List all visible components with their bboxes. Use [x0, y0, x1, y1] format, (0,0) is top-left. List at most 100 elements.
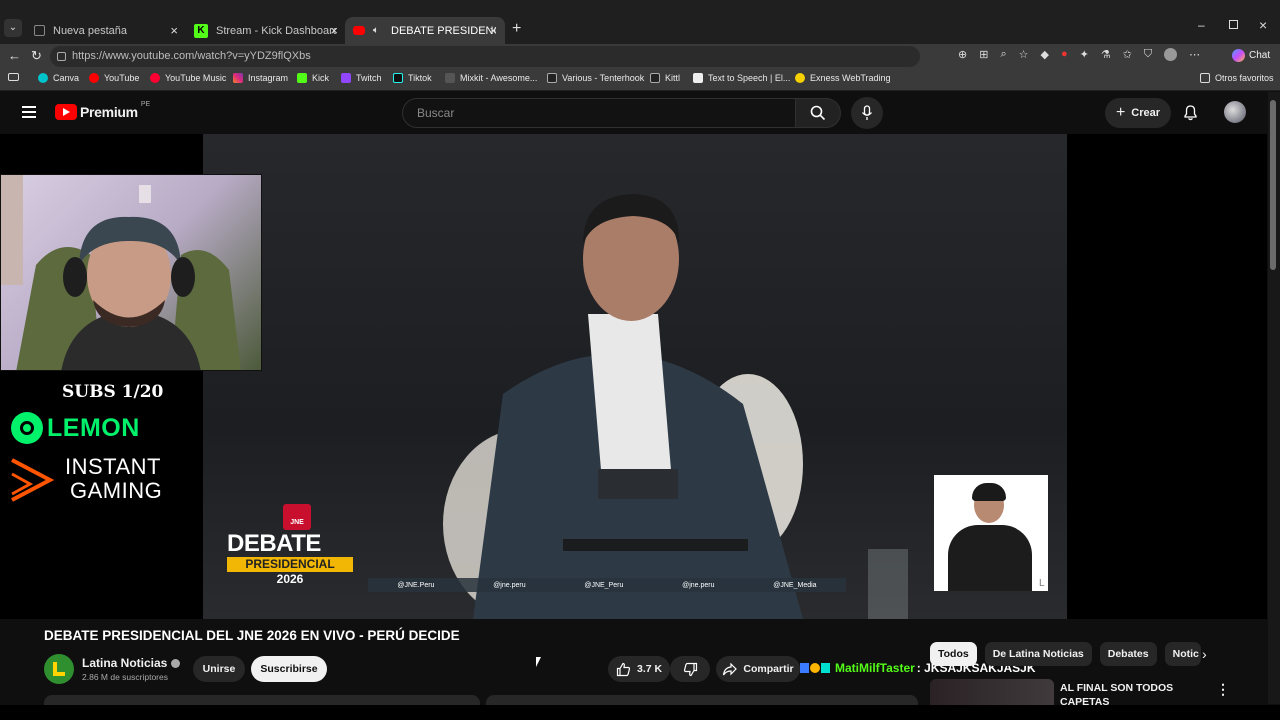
watermark-icon: L [1039, 578, 1045, 589]
share-button[interactable]: Compartir [716, 656, 800, 682]
close-window-button[interactable]: × [1259, 17, 1267, 33]
create-button[interactable]: + Crear [1105, 98, 1171, 128]
address-toolbar: ← ↻ https://www.youtube.com/watch?v=yYDZ… [0, 44, 1280, 69]
labs-icon[interactable]: ⚗ [1101, 48, 1111, 61]
reading-list-icon[interactable] [8, 73, 19, 81]
tab-youtube-debate[interactable]: 🔈︎ DEBATE PRESIDENCIAL DEL JN × [345, 17, 505, 44]
bookmark-youtube-music[interactable]: YouTube Music [150, 73, 226, 83]
close-tab-icon[interactable]: × [330, 23, 338, 38]
kittl-icon [650, 73, 660, 83]
share-icon [723, 662, 738, 675]
chat-button[interactable]: Chat [1232, 49, 1270, 62]
video-title: DEBATE PRESIDENCIAL DEL JNE 2026 EN VIVO… [44, 628, 460, 643]
youtube-icon [353, 26, 365, 35]
other-bookmarks[interactable]: Otros favoritos [1200, 73, 1274, 83]
youtube-icon [89, 73, 99, 83]
elevenlabs-icon [693, 73, 703, 83]
search-button[interactable] [795, 98, 841, 128]
youtube-music-icon [150, 73, 160, 83]
description-box[interactable] [44, 695, 480, 705]
bookmark-canva[interactable]: Canva [38, 73, 79, 83]
chip-latina[interactable]: De Latina Noticias [984, 642, 1092, 666]
voice-search-button[interactable] [851, 97, 883, 129]
dislike-button[interactable] [670, 656, 710, 682]
more-menu-icon[interactable]: ⋯ [1189, 48, 1200, 61]
tab-list-icon[interactable]: ⌄ [4, 19, 22, 37]
bookmark-mixkit[interactable]: Mixkit - Awesome... [445, 73, 537, 83]
exness-icon [795, 73, 805, 83]
bookmark-kittl[interactable]: Kittl [650, 73, 680, 83]
join-button[interactable]: Unirse [193, 656, 245, 682]
instant-gaming-logo-icon [11, 458, 54, 502]
profile-avatar[interactable] [1164, 48, 1178, 61]
new-tab-button[interactable]: + [512, 20, 521, 38]
chat-username: MatiMilfTaster [835, 661, 915, 675]
more-actions-icon[interactable]: ⋮ [1216, 681, 1230, 698]
bookmark-tenterhook[interactable]: Various - Tenterhook [547, 73, 644, 83]
plus-icon: + [1115, 104, 1126, 121]
lemon-logo-icon [11, 412, 43, 444]
menu-icon[interactable] [22, 106, 36, 118]
like-button[interactable]: 3.7 K [608, 656, 670, 682]
subscriber-count: 2.86 M de suscriptores [82, 672, 168, 682]
chip-debates[interactable]: Debates [1099, 642, 1157, 666]
video-frame[interactable]: JNE DEBATE PRESIDENCIAL 2026 @JNE.Peru @… [203, 134, 1067, 619]
webcam-feed [0, 174, 262, 371]
bookmark-kick[interactable]: Kick [297, 73, 329, 83]
streamer-image [1, 175, 241, 370]
comment-box[interactable] [486, 695, 918, 705]
close-tab-icon[interactable]: × [489, 23, 497, 38]
subscribe-button[interactable]: Suscribirse [251, 656, 327, 682]
microphone-icon [861, 105, 873, 120]
sign-language-interpreter [934, 475, 1048, 591]
mixkit-icon [445, 73, 455, 83]
search-input[interactable]: Buscar [402, 98, 796, 128]
restore-button[interactable] [1229, 20, 1238, 29]
reload-icon[interactable]: ↻ [31, 48, 42, 64]
favorites-icon[interactable]: ✩ [1123, 48, 1132, 61]
zoom-icon[interactable]: ⌕ [1000, 48, 1006, 61]
scrollbar-thumb[interactable] [1270, 100, 1276, 270]
notifications-icon[interactable] [1183, 104, 1198, 126]
bookmark-twitch[interactable]: Twitch [341, 73, 382, 83]
site-info-icon[interactable] [57, 52, 66, 61]
bookmark-text-to-speech[interactable]: Text to Speech | El... [693, 73, 790, 83]
lemon-sponsor: LEMON [11, 412, 140, 444]
jne-badge: JNE [283, 504, 311, 530]
youtube-logo[interactable]: Premium PE [55, 101, 150, 120]
streamer-overlay: SUBS 1/20 LEMON INSTANT GAMING [0, 134, 262, 619]
chips-next-icon[interactable]: › [1202, 646, 1207, 662]
back-icon[interactable]: ← [8, 48, 21, 63]
account-avatar[interactable] [1224, 101, 1246, 123]
bookmark-tiktok[interactable]: Tiktok [393, 73, 432, 83]
bookmark-instagram[interactable]: Instagram [233, 73, 288, 83]
browser-tab-bar: ⌄ Nueva pestaña × K Stream - Kick Dashbo… [0, 0, 1280, 44]
twitch-icon [341, 73, 351, 83]
apps-icon[interactable]: ⊞ [979, 48, 988, 61]
chip-all[interactable]: Todos [930, 642, 977, 666]
kick-icon: K [194, 23, 208, 38]
shield-icon[interactable]: ⛉ [1144, 48, 1152, 61]
extension-icon[interactable]: ✦ [1080, 48, 1089, 61]
extension-diamond-icon[interactable]: ◆ [1040, 48, 1048, 61]
bookmark-star-icon[interactable]: ☆ [1019, 48, 1029, 61]
speaker-icon[interactable]: 🔈︎ [369, 24, 383, 38]
channel-name[interactable]: Latina Noticias [82, 656, 181, 670]
adblock-icon[interactable]: ● [1061, 48, 1068, 61]
url-field[interactable]: https://www.youtube.com/watch?v=yYDZ9flQ… [50, 46, 920, 67]
bookmark-youtube[interactable]: YouTube [89, 73, 139, 83]
channel-avatar[interactable] [44, 654, 74, 684]
search-icon [810, 105, 826, 121]
chip-noticias[interactable]: Notic [1164, 642, 1201, 666]
translate-icon[interactable]: ⊕ [958, 48, 967, 61]
video-player[interactable]: JNE DEBATE PRESIDENCIAL 2026 @JNE.Peru @… [0, 134, 1267, 619]
minimize-button[interactable]: – [1198, 18, 1205, 32]
close-tab-icon[interactable]: × [170, 23, 178, 38]
extensions-toolbar: ⊕ ⊞ ⌕ ☆ ◆ ● ✦ ⚗ ✩ ⛉ ⋯ [958, 48, 1200, 61]
tab-kick-dashboard[interactable]: K Stream - Kick Dashboard × [186, 17, 346, 44]
youtube-play-icon [55, 104, 77, 120]
bookmark-exness[interactable]: Exness WebTrading [795, 73, 891, 83]
kick-icon [297, 73, 307, 83]
tab-new-tab[interactable]: Nueva pestaña × [26, 17, 186, 44]
sounds-icon [547, 73, 557, 83]
